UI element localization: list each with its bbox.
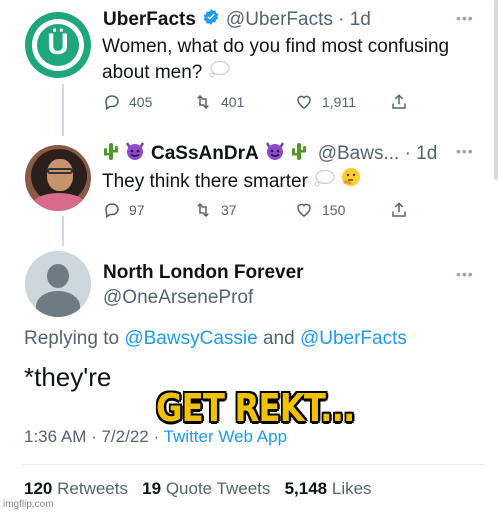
mention-link[interactable]: @UberFacts [300,328,407,349]
thought-bubble-icon [208,60,230,86]
scrollbar[interactable] [494,0,498,180]
more-dots-icon[interactable]: ••• [456,143,474,159]
reply-icon [103,201,121,219]
reply-count: 97 [129,202,145,218]
meme-caption: GET REKT... [156,386,355,430]
retweet-count: 401 [221,94,245,110]
like-button[interactable]: 1,911 [294,93,356,111]
timestamp-line: 1:36 AM · 7/2/22 · Twitter Web App [24,427,287,447]
tweet2-handle[interactable]: @Baws... · 1d [318,143,438,165]
avatar-photo-shirt [33,193,85,211]
verified-badge-icon [202,8,220,31]
replying-and-label: and [262,328,295,349]
tweet3-author-name[interactable]: North London Forever [103,262,304,284]
mention-link[interactable]: @BawsyCassie [124,328,257,349]
cactus-emoji-icon [103,141,119,166]
uberfacts-logo-inner: Ü [37,24,79,66]
default-avatar-head [47,264,69,288]
retweets-stat[interactable]: 120 Retweets [24,479,128,498]
divider [22,464,484,465]
imgflip-watermark: imgflip.com [3,499,54,510]
reply-button[interactable]: 97 [103,201,145,219]
devil-emoji-icon [264,141,286,166]
thinking-face-icon [340,167,362,197]
reply-count: 405 [129,94,153,110]
like-count: 150 [322,202,346,218]
retweet-icon [193,201,213,219]
tweet1-handle[interactable]: @UberFacts · 1d [226,9,371,31]
retweets-label: Retweets [57,479,128,498]
engagement-stats: 120 Retweets 19 Quote Tweets 5,148 Likes [24,479,372,499]
thought-bubble-icon [313,169,335,195]
default-avatar-icon[interactable] [25,251,91,317]
quote-tweets-stat[interactable]: 19 Quote Tweets [142,479,270,498]
tweet3-handle[interactable]: @OneArseneProf [103,287,253,309]
default-avatar-body [36,291,80,317]
devil-emoji-icon [124,141,146,166]
avatar-photo-glasses [47,168,73,174]
share-icon [390,92,408,112]
quote-tweets-label: Quote Tweets [165,479,271,498]
like-count: 1,911 [322,94,356,110]
cassandra-avatar[interactable] [25,145,91,211]
retweet-count: 37 [221,202,237,218]
like-button[interactable]: 150 [294,201,345,219]
thread-line [62,216,64,246]
thread-line [62,84,64,136]
replying-to-label: Replying to [24,328,120,349]
tweet1-text: Women, what do you find most confusing a… [102,36,450,84]
reply-button[interactable]: 405 [103,93,152,111]
likes-label: Likes [331,479,372,498]
likes-count: 5,148 [284,479,328,498]
share-icon [390,200,408,220]
replying-to-line: Replying to @BawsyCassie and @UberFacts [24,328,407,350]
avatar-photo-face [47,159,73,191]
uberfacts-avatar[interactable]: Ü [25,12,91,78]
like-icon [294,201,314,219]
retweet-icon [193,93,213,111]
tweet3-text: *they're [24,362,112,392]
tweet1-author-name[interactable]: UberFacts [103,9,196,31]
cactus-emoji-icon [291,141,307,166]
like-icon [294,93,314,111]
share-button[interactable] [390,92,408,112]
retweet-button[interactable]: 37 [193,201,237,219]
share-button[interactable] [390,200,408,220]
tweet2-text: They think there smarter [102,171,308,193]
more-dots-icon[interactable]: ••• [456,266,474,282]
quote-tweets-count: 19 [142,479,162,498]
reply-icon [103,93,121,111]
retweet-button[interactable]: 401 [193,93,244,111]
retweets-count: 120 [24,479,53,498]
more-dots-icon[interactable]: ••• [456,10,474,26]
tweet-timestamp[interactable]: 1:36 AM · 7/2/22 · [24,427,159,446]
likes-stat[interactable]: 5,148 Likes [285,479,372,498]
tweet2-author-name[interactable]: CaSsAnDrA [151,143,259,165]
